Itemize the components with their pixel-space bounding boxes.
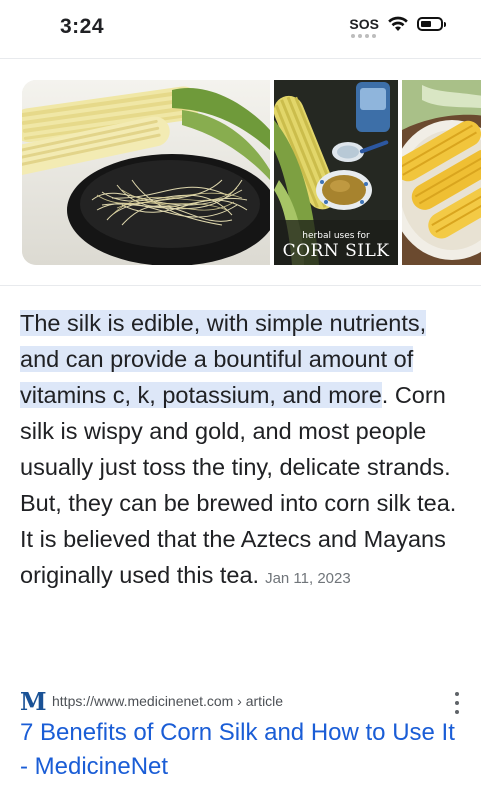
wifi-icon [388,16,408,31]
image-caption: herbal uses for CORN SILK [282,231,390,261]
snippet-highlight: The silk is edible, with simple nutrient… [20,310,427,408]
status-indicators: SOS [349,16,446,38]
featured-snippet: The silk is edible, with simple nutrient… [20,305,462,597]
corn-silk-bowl-image[interactable] [22,80,270,265]
more-vert-icon[interactable] [449,692,465,714]
result-title-link[interactable]: 7 Benefits of Corn Silk and How to Use I… [20,716,460,784]
corn-silk-herbal-image[interactable]: herbal uses for CORN SILK [274,80,398,265]
snippet-text: . Corn silk is wispy and gold, and most … [20,382,457,588]
status-time: 3:24 [60,15,105,38]
divider [0,285,481,286]
sos-label: SOS [349,16,379,32]
signal-dots-icon [351,34,377,38]
corn-cobs-image[interactable] [402,80,481,265]
battery-icon [417,17,446,31]
snippet-date: Jan 11, 2023 [265,570,351,587]
source-row[interactable]: M https://www.medicinenet.com › article [20,686,465,716]
medicinenet-favicon-icon: M [20,686,47,716]
sos-indicator: SOS [349,16,379,38]
divider [0,58,481,59]
image-carousel[interactable]: herbal uses for CORN SILK [22,80,481,265]
status-bar: 3:24 SOS [0,0,481,56]
source-url[interactable]: https://www.medicinenet.com › article [52,693,283,709]
